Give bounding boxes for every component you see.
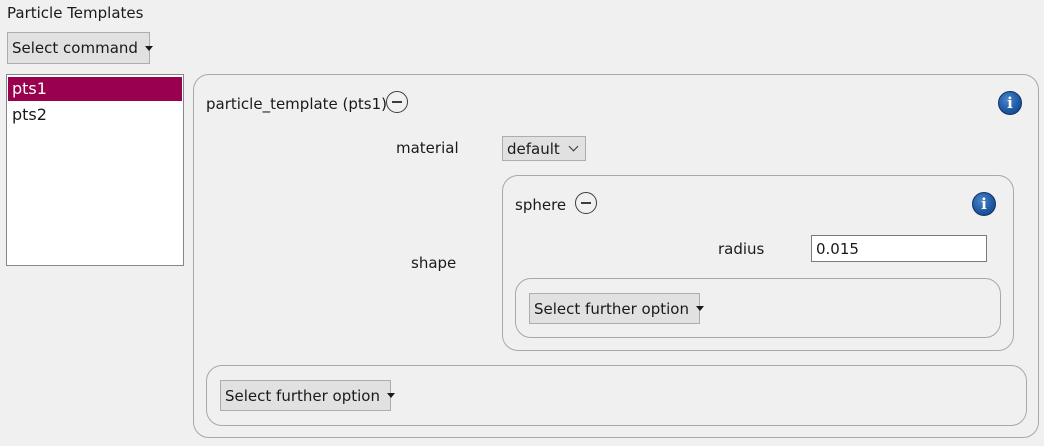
particle-templates-editor: Particle Templates Select command pts1 p… [0, 0, 1044, 446]
material-label: material [396, 139, 459, 157]
caret-down-icon [695, 306, 704, 311]
collapse-sphere-button[interactable] [575, 192, 597, 214]
collapse-template-button[interactable] [386, 91, 408, 113]
caret-down-icon [144, 45, 153, 51]
material-value: default [507, 139, 560, 158]
chevron-down-icon [568, 141, 579, 152]
panel-title: particle_template (pts1) [206, 95, 388, 113]
templates-listbox[interactable]: pts1 pts2 [6, 74, 184, 266]
select-command-button[interactable]: Select command [7, 32, 153, 64]
sphere-select-further-option-button[interactable]: Select further option [529, 293, 704, 324]
section-title: Particle Templates [7, 4, 144, 22]
shape-label: shape [411, 254, 457, 272]
radius-input[interactable] [811, 235, 987, 262]
radius-label: radius [718, 240, 765, 258]
sphere-title: sphere [515, 196, 567, 214]
material-dropdown[interactable]: default [502, 136, 586, 161]
info-icon[interactable]: i [972, 192, 996, 216]
info-icon[interactable]: i [998, 91, 1022, 115]
sphere-panel: sphere i radius Select further option [502, 175, 1014, 351]
select-further-option-label: Select further option [534, 299, 689, 318]
list-item-pts1[interactable]: pts1 [8, 77, 182, 101]
sphere-further-options-panel: Select further option [515, 278, 1001, 338]
select-further-option-label: Select further option [225, 386, 380, 405]
particle-template-panel: particle_template (pts1) i material defa… [193, 74, 1039, 438]
caret-down-icon [386, 393, 395, 398]
template-further-options-panel: Select further option [206, 365, 1027, 426]
list-item-pts2[interactable]: pts2 [8, 103, 182, 127]
template-select-further-option-button[interactable]: Select further option [220, 380, 395, 411]
select-command-label: Select command [12, 39, 138, 57]
